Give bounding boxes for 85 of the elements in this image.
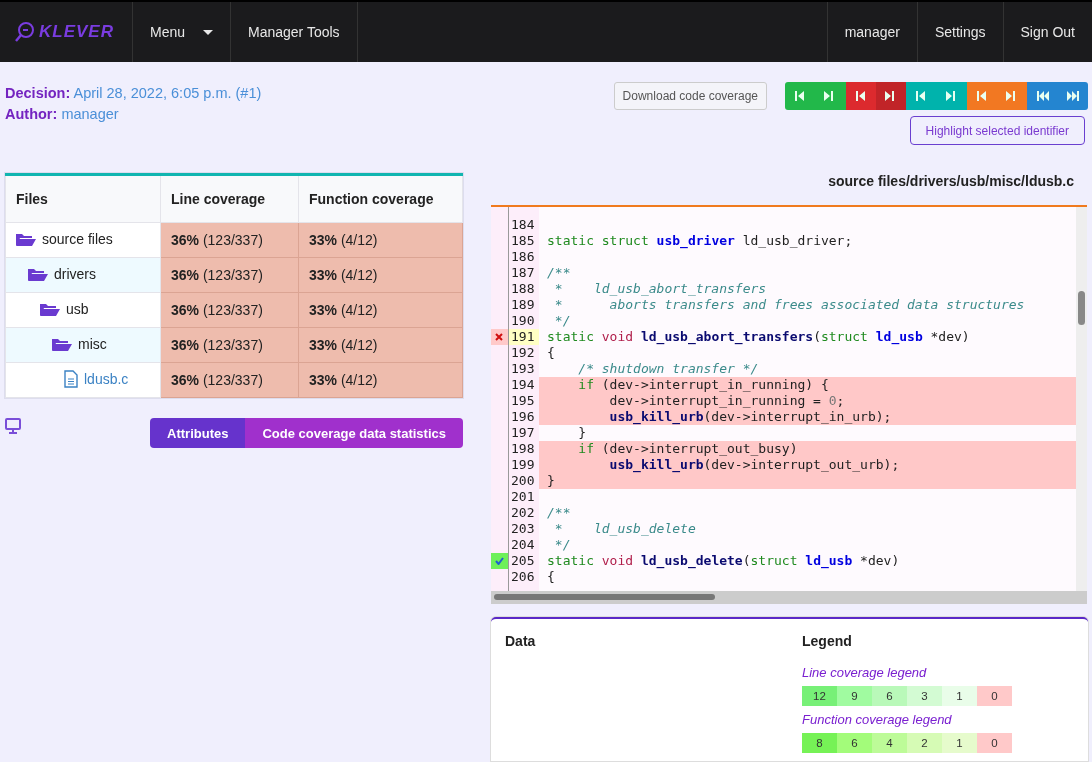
coverage-cell: 33% (4/12) (298, 257, 463, 293)
file-icon (64, 369, 78, 388)
code-line: /** (546, 505, 572, 521)
coverage-cell: 36% (123/337) (160, 292, 299, 328)
nav-link[interactable]: Settings (916, 2, 1003, 62)
code-line: static struct usb_driver ld_usb_driver; (546, 233, 854, 249)
code-line: static void ld_usb_delete(struct ld_usb *dev) (546, 553, 901, 569)
legend-swatch: 8 (802, 733, 837, 753)
legend-swatch: 1 (942, 733, 977, 753)
file-path: source files/drivers/usb/misc/ldusb.c (828, 173, 1074, 189)
code-line: */ (553, 313, 572, 329)
code-line: } (577, 425, 588, 441)
folder-icon (16, 232, 36, 246)
coverage-cell: 36% (123/337) (160, 327, 299, 363)
navigation-button[interactable] (1027, 82, 1058, 110)
code-line: { (546, 569, 556, 585)
coverage-cell: 33% (4/12) (298, 362, 463, 398)
horizontal-scrollbar[interactable] (491, 591, 1087, 604)
previous-icon (853, 90, 868, 102)
column-header: Files (5, 174, 161, 223)
legend-swatch: 6 (872, 686, 907, 706)
legend-swatch: 0 (977, 686, 1012, 706)
decision-label: Decision: (5, 85, 71, 101)
legend-swatch: 9 (837, 686, 872, 706)
logo-text: KLEVER (39, 22, 114, 42)
cross-icon (495, 333, 504, 341)
navigation-button[interactable] (815, 82, 846, 110)
navigation-button[interactable] (785, 82, 816, 110)
navigation-button[interactable] (845, 82, 876, 110)
panel-title: Legend (802, 633, 853, 649)
monitor-icon (5, 418, 21, 434)
navigation-button[interactable] (875, 82, 907, 110)
download-button[interactable]: Download code coverage (613, 82, 768, 110)
navigation-button[interactable] (1057, 82, 1088, 110)
folder-item[interactable]: usb (40, 301, 89, 317)
folder-icon (28, 267, 48, 281)
vertical-scrollbar[interactable] (1076, 207, 1087, 591)
navigation-button[interactable] (997, 82, 1028, 110)
legend-swatch: 4 (872, 733, 907, 753)
legend-swatch: 1 (942, 686, 977, 706)
nav-link[interactable]: manager (826, 2, 917, 62)
magnifier-icon (15, 21, 35, 43)
folder-icon (52, 337, 72, 351)
first-icon (1035, 90, 1050, 102)
code-line: * aborts transfers and frees associated data structures (553, 297, 1026, 313)
code-line: * ld_usb_abort_transfers (553, 281, 768, 297)
coverage-cell: 33% (4/12) (298, 222, 463, 258)
navigation-button[interactable] (936, 82, 967, 110)
navigation-button[interactable] (966, 82, 998, 110)
coverage-cell: 33% (4/12) (298, 327, 463, 363)
code-line: * ld_usb_delete (553, 521, 697, 537)
previous-icon (974, 90, 989, 102)
column-header: Function coverage (298, 174, 463, 223)
panel-title: Data (505, 633, 537, 649)
coverage-cell: 36% (123/337) (160, 362, 299, 398)
folder-item[interactable]: drivers (28, 266, 96, 282)
coverage-cell: 36% (123/337) (160, 257, 299, 293)
nav-menu-item[interactable]: Manager Tools (231, 2, 358, 62)
line-number: 191 (509, 329, 539, 345)
check-icon (495, 557, 504, 565)
legend-swatch: 2 (907, 733, 942, 753)
legend-title: Function coverage legend (802, 712, 953, 727)
view-button[interactable]: Attributes (150, 418, 246, 448)
code-line: { (546, 345, 556, 361)
column-header: Line coverage (160, 174, 299, 223)
nav-menu-item[interactable]: Menu (132, 2, 231, 62)
legend-swatch: 12 (802, 686, 837, 706)
nav-link[interactable]: Sign Out (1002, 2, 1092, 62)
last-icon (1065, 90, 1080, 102)
legend-title: Line coverage legend (802, 665, 928, 680)
navigation-button[interactable] (906, 82, 937, 110)
highlight-button[interactable]: Highlight selected identifier (909, 116, 1085, 145)
folder-icon (40, 302, 60, 316)
author-label: Author: (5, 106, 58, 122)
legend-swatch: 0 (977, 733, 1012, 753)
code-line: /** (546, 265, 572, 281)
coverage-cell: 36% (123/337) (160, 222, 299, 258)
code-line: static void ld_usb_abort_transfers(struct ld_usb *dev) (546, 329, 971, 345)
view-button[interactable]: Code coverage data statistics (245, 418, 463, 448)
folder-item[interactable]: misc (52, 336, 107, 352)
code-line: /* shutdown transfer */ (577, 361, 760, 377)
legend-swatch: 3 (907, 686, 942, 706)
coverage-cell: 33% (4/12) (298, 292, 463, 328)
code-line: */ (553, 537, 572, 553)
legend-swatch: 6 (837, 733, 872, 753)
